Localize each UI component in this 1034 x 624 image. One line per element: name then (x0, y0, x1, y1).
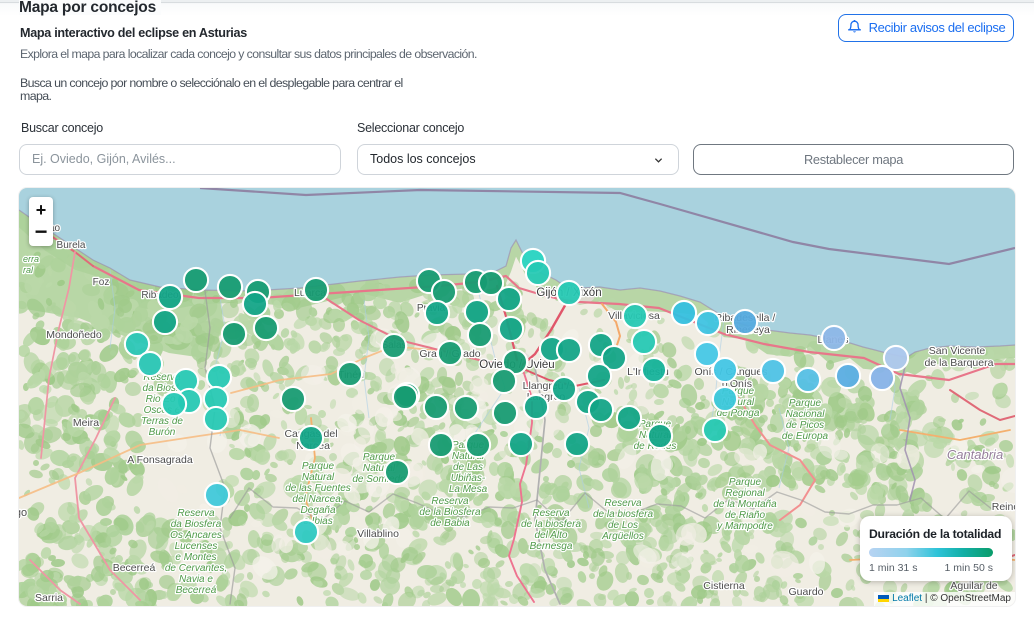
svg-text:de Babia: de Babia (430, 518, 470, 529)
svg-text:Ubiñas-: Ubiñas- (451, 473, 486, 484)
svg-text:Terras de: Terras de (141, 416, 183, 427)
svg-text:go: go (19, 507, 27, 519)
svg-text:de la Montaña: de la Montaña (713, 499, 777, 510)
svg-text:ral: ral (23, 265, 34, 275)
svg-text:Natural: Natural (302, 472, 335, 483)
svg-text:y Mampodre: y Mampodre (716, 521, 773, 532)
svg-text:de Las: de Las (453, 462, 483, 473)
svg-text:Reserva: Reserva (177, 508, 215, 519)
svg-text:Os Ancares: Os Ancares (170, 530, 222, 541)
svg-text:Reserva: Reserva (431, 496, 469, 507)
svg-text:de Riaño: de Riaño (725, 510, 765, 521)
svg-text:Burón: Burón (149, 427, 176, 438)
svg-text:de la Biosfera: de la Biosfera (419, 507, 481, 518)
svg-text:Guardo: Guardo (788, 586, 823, 598)
svg-text:de Europa: de Europa (782, 431, 829, 442)
svg-text:de Los: de Los (608, 520, 638, 531)
svg-text:Nacional: Nacional (786, 409, 826, 420)
svg-text:La Mesa: La Mesa (449, 484, 488, 495)
svg-text:e Montes: e Montes (175, 552, 216, 563)
svg-text:Aguilar de: Aguilar de (950, 580, 997, 592)
svg-text:Meira: Meira (73, 417, 99, 429)
svg-text:de las Fuentes: de las Fuentes (285, 483, 351, 494)
svg-text:A Fonsagrada: A Fonsagrada (127, 454, 193, 466)
svg-text:Becerreá: Becerreá (176, 585, 217, 596)
svg-text:Sarria: Sarria (35, 592, 63, 604)
svg-text:Foz: Foz (93, 277, 110, 288)
svg-text:Cantabria: Cantabria (947, 447, 1003, 462)
svg-text:del Alto: del Alto (535, 530, 568, 541)
svg-text:Becerreá: Becerreá (113, 562, 156, 574)
svg-text:da Biosfera: da Biosfera (171, 519, 222, 530)
svg-text:del Narcea,: del Narcea, (292, 494, 343, 505)
svg-text:Argüellos: Argüellos (601, 531, 644, 542)
svg-text:Villablino: Villablino (357, 528, 399, 540)
svg-text:Mondoñedo: Mondoñedo (46, 329, 102, 341)
svg-text:Reserva: Reserva (604, 498, 642, 509)
svg-text:de la Barquera: de la Barquera (925, 357, 994, 369)
svg-text:de Picos: de Picos (786, 420, 824, 431)
svg-text:de la biosfera: de la biosfera (521, 519, 581, 530)
svg-text:San Vicente: San Vicente (929, 345, 986, 357)
svg-text:Parque: Parque (729, 477, 762, 488)
svg-text:Reinosa: Reinosa (992, 501, 1015, 513)
svg-text:Bernesga: Bernesga (530, 541, 573, 552)
svg-text:Navia e: Navia e (179, 574, 213, 585)
svg-text:Parque: Parque (302, 461, 335, 472)
svg-text:Burela: Burela (57, 240, 86, 251)
svg-text:Degaña: Degaña (300, 505, 335, 516)
svg-text:de Cervantes,: de Cervantes, (165, 563, 227, 574)
svg-text:Regional: Regional (725, 488, 765, 499)
svg-text:de la biosfera: de la biosfera (593, 509, 653, 520)
svg-text:Lucenses: Lucenses (175, 541, 218, 552)
svg-text:Cistierna: Cistierna (703, 580, 745, 592)
svg-text:Parque: Parque (789, 398, 822, 409)
svg-text:erra: erra (23, 254, 39, 264)
svg-text:Reserva: Reserva (532, 508, 570, 519)
